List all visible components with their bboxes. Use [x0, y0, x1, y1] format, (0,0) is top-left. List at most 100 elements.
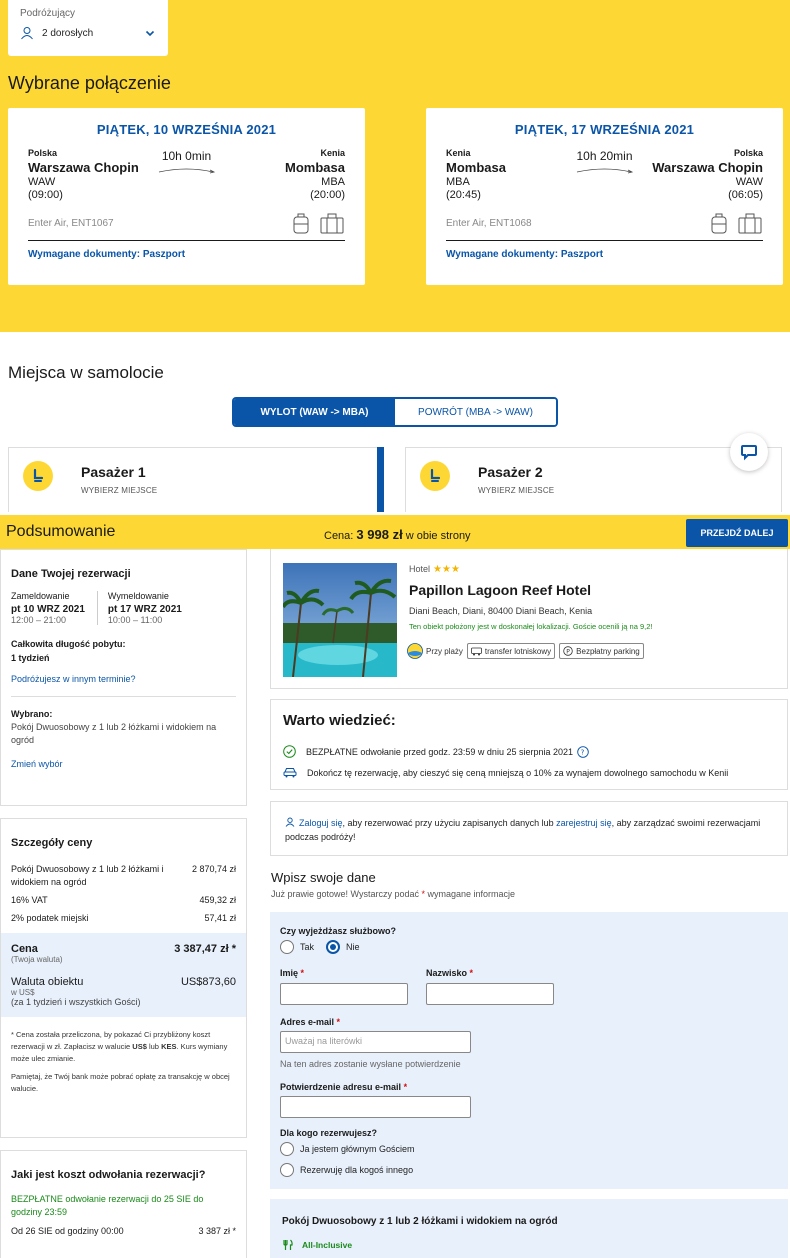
- airport-transfer-tag: transfer lotniskowy: [466, 643, 556, 659]
- register-link[interactable]: zarejestruj się: [556, 818, 612, 828]
- flight-card-return: PIĄTEK, 17 WRZEŚNIA 2021 Kenia Mombasa M…: [426, 108, 783, 285]
- from-country: Kenia: [446, 148, 471, 158]
- location-rating-note: Ten obiekt położony jest w doskonałej lo…: [409, 622, 653, 631]
- price-total-box: Cena 3 387,47 zł * (Twoja waluta) Waluta…: [1, 933, 246, 1017]
- flight-path-icon: [576, 168, 633, 174]
- flight-card-outbound: PIĄTEK, 10 WRZEŚNIA 2021 Polska Warszawa…: [8, 108, 365, 285]
- cancellation-panel: Jaki jest koszt odwołania rezerwacji? BE…: [0, 1150, 247, 1258]
- continue-button[interactable]: PRZEJDŹ DALEJ: [686, 519, 788, 547]
- flight-duration: 10h 0min: [161, 149, 212, 163]
- room-summary-box: Pokój Dwuosobowy z 1 lub 2 łóżkami i wid…: [270, 1199, 788, 1258]
- checked-bag-icon: [738, 213, 762, 234]
- parking-tag: P Bezpłatny parking: [559, 643, 644, 659]
- airline-flight: Enter Air, ENT1068: [446, 218, 532, 229]
- passenger-card-1[interactable]: Pasażer 1 WYBIERZ MIEJSCE: [8, 447, 378, 512]
- cancellation-title: Jaki jest koszt odwołania rezerwacji?: [11, 1169, 206, 1181]
- from-city: Mombasa: [446, 160, 506, 175]
- flight-date: PIĄTEK, 10 WRZEŚNIA 2021: [96, 122, 277, 137]
- chat-icon: [741, 445, 757, 461]
- flight-duration: 10h 20min: [576, 149, 633, 163]
- travelers-value: 2 dorosłych: [42, 27, 94, 39]
- cancellation-fee-row: Od 26 SIE od godziny 00:00 3 387 zł *: [11, 1226, 236, 1236]
- main-guest-radio[interactable]: Ja jestem głównym Gościem: [280, 1142, 415, 1156]
- required-docs-link[interactable]: Wymagane dokumenty: Paszport: [28, 249, 345, 260]
- help-icon[interactable]: ?: [577, 745, 589, 758]
- hotel-name: Papillon Lagoon Reef Hotel: [409, 582, 592, 598]
- checked-bag-icon: [320, 213, 344, 234]
- email-hint: Na ten adres zostanie wysłane potwierdze…: [280, 1059, 461, 1069]
- star-rating-icon: ★★★: [433, 564, 460, 575]
- property-currency-note: (za 1 tydzień i wszystkich Gości): [11, 997, 141, 1007]
- travelers-label: Podróżujący: [20, 8, 76, 19]
- other-guest-radio[interactable]: Rezerwuję dla kogoś innego: [280, 1163, 413, 1177]
- login-link[interactable]: Zaloguj się: [299, 818, 343, 828]
- bank-fee-note: Pamiętaj, że Twój bank może pobrać opłat…: [11, 1072, 230, 1093]
- booking-details-panel: Dane Twojej rezerwacji Zameldowanie pt 1…: [0, 549, 247, 806]
- property-currency-value: US$873,60: [180, 976, 236, 988]
- price-line: 2% podatek miejski 57,41 zł: [11, 913, 236, 923]
- checkout-date: pt 17 WRZ 2021: [107, 604, 182, 615]
- worth-knowing-title: Warto wiedzieć:: [283, 712, 396, 729]
- hotel-card: Hotel ★★★ Papillon Lagoon Reef Hotel Dian…: [270, 549, 788, 689]
- room-title: Pokój Dwuosobowy z 1 lub 2 łóżkami i wid…: [282, 1216, 558, 1227]
- business-no-radio[interactable]: Nie: [326, 940, 360, 954]
- choose-seat-label: WYBIERZ MIEJSCE: [478, 486, 555, 495]
- first-name-input[interactable]: [280, 983, 408, 1005]
- to-country: Polska: [733, 148, 763, 158]
- stay-length-label: Całkowita długość pobytu:: [11, 639, 126, 649]
- to-code: WAW: [735, 176, 763, 188]
- free-cancellation: BEZPŁATNE odwołanie rezerwacji do 25 SIE…: [11, 1194, 204, 1217]
- chevron-down-icon: [145, 30, 155, 37]
- chat-button[interactable]: [730, 433, 768, 471]
- chosen-room: Pokój Dwuosobowy z 1 lub 2 łóżkami i wid…: [11, 722, 217, 745]
- other-dates-link[interactable]: Podróżujesz w innym terminie?: [11, 674, 236, 684]
- checkin-date: pt 10 WRZ 2021: [11, 604, 85, 615]
- svg-text:?: ?: [581, 748, 585, 756]
- form-title: Wpisz swoje dane: [271, 870, 376, 885]
- check-circle-icon: [283, 745, 296, 758]
- person-icon: [285, 817, 295, 827]
- to-city: Mombasa: [285, 160, 345, 175]
- from-time: (20:45): [446, 189, 481, 201]
- email-confirm-label: Potwierdzenie adresu e-mail *: [280, 1082, 408, 1092]
- checkout-label: Wymeldowanie: [107, 591, 169, 601]
- to-time: (06:05): [728, 189, 763, 201]
- cabin-bag-icon: [711, 213, 727, 234]
- from-time: (09:00): [28, 189, 63, 201]
- business-yes-radio[interactable]: Tak: [280, 940, 314, 954]
- form-subtitle: Już prawie gotowe! Wystarczy podać * wym…: [271, 889, 516, 899]
- required-docs-link[interactable]: Wymagane dokumenty: Paszport: [446, 249, 763, 260]
- from-country: Polska: [28, 148, 58, 158]
- person-icon: [21, 27, 33, 40]
- property-currency-label: Waluta obiektu: [11, 976, 84, 988]
- checkin-time: 12:00 – 21:00: [11, 615, 67, 625]
- beach-icon: [407, 643, 423, 659]
- email-input[interactable]: Uważaj na literówki: [280, 1031, 471, 1053]
- parking-icon: P: [563, 646, 573, 656]
- for-whom-label: Dla kogo rezerwujesz?: [280, 1128, 378, 1138]
- checkin-label: Zameldowanie: [11, 591, 70, 601]
- beach-tag: Przy plaży: [407, 643, 463, 659]
- meal-plan: All-Inclusive: [282, 1239, 352, 1251]
- chosen-label: Wybrano:: [11, 709, 53, 719]
- change-selection-link[interactable]: Zmień wybór: [11, 759, 236, 769]
- last-name-input[interactable]: [426, 983, 554, 1005]
- selected-connection-title: Wybrane połączenie: [8, 73, 171, 93]
- passenger-card-2[interactable]: Pasażer 2 WYBIERZ MIEJSCE: [405, 447, 782, 512]
- flight-path-icon: [158, 168, 215, 174]
- tab-return[interactable]: POWRÓT (MBA -> WAW): [395, 399, 556, 425]
- free-cancel-row: BEZPŁATNE odwołanie przed godz. 23:59 w …: [283, 745, 589, 758]
- price-line: Pokój Dwuosobowy z 1 lub 2 łóżkami i wid…: [11, 864, 236, 887]
- tab-outbound[interactable]: WYLOT (WAW -> MBA): [234, 399, 395, 425]
- travelers-selector[interactable]: Podróżujący 2 dorosłych: [8, 0, 168, 56]
- price-details-title: Szczegóły ceny: [11, 837, 93, 849]
- booking-details-title: Dane Twojej rezerwacji: [11, 568, 131, 580]
- summary-bar: Podsumowanie Cena: 3 998 zł w obie stron…: [0, 515, 790, 549]
- email-confirm-input[interactable]: [280, 1096, 471, 1118]
- from-code: WAW: [28, 176, 56, 188]
- business-trip-label: Czy wyjeżdżasz służbowo?: [280, 926, 397, 936]
- price-details-panel: Szczegóły ceny Pokój Dwuosobowy z 1 lub …: [0, 818, 247, 1138]
- summary-title: Podsumowanie: [6, 523, 116, 540]
- choose-seat-label: WYBIERZ MIEJSCE: [81, 486, 158, 495]
- first-name-label: Imię *: [280, 968, 305, 978]
